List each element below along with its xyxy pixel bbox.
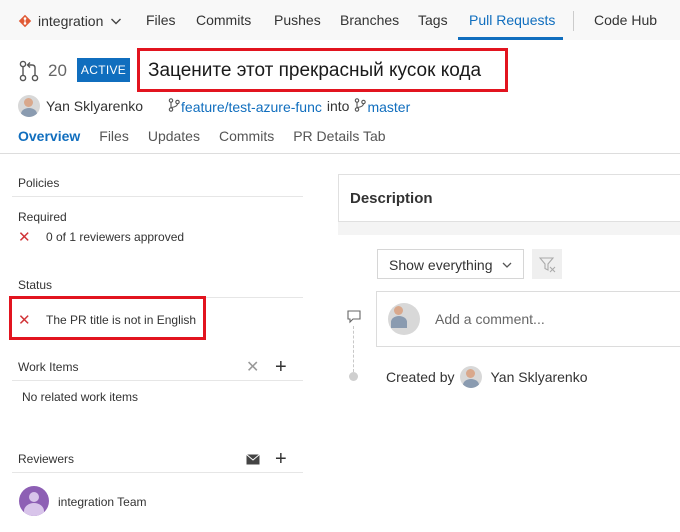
filter-icon <box>539 257 556 273</box>
pull-request-icon <box>19 60 39 82</box>
description-footer <box>338 222 680 235</box>
filter-button[interactable] <box>532 249 562 279</box>
created-by-row: Created by Yan Sklyarenko <box>386 366 588 388</box>
nav-separator <box>573 11 574 31</box>
nav-branches[interactable]: Branches <box>340 11 399 29</box>
header-divider <box>0 153 680 154</box>
nav-commits[interactable]: Commits <box>196 11 251 29</box>
author-name[interactable]: Yan Sklyarenko <box>46 98 143 114</box>
description-title: Description <box>350 190 433 207</box>
work-items-empty: No related work items <box>22 390 139 404</box>
policy-item-text: 0 of 1 reviewers approved <box>46 230 185 244</box>
avatar[interactable] <box>18 95 40 117</box>
repo-icon <box>18 14 32 28</box>
section-divider <box>12 472 303 473</box>
policies-title: Policies <box>18 176 60 190</box>
created-by-label: Created by <box>386 369 455 385</box>
chevron-down-icon <box>111 18 122 25</box>
avatar <box>388 303 420 335</box>
close-icon: ✕ <box>18 229 31 246</box>
nav-code-hub[interactable]: Code Hub <box>594 11 657 29</box>
tab-updates[interactable]: Updates <box>148 128 200 144</box>
tab-overview[interactable]: Overview <box>18 128 80 144</box>
close-icon[interactable]: ✕ <box>246 359 259 377</box>
reviewers-title: Reviewers <box>18 452 75 466</box>
team-avatar[interactable] <box>19 486 49 516</box>
section-divider <box>12 196 303 197</box>
source-branch-link[interactable]: feature/test-azure-func <box>168 97 322 115</box>
branch-icon <box>355 97 367 112</box>
status-item[interactable]: ✕ The PR title is not in English <box>18 311 196 329</box>
pr-id: 20 <box>48 61 67 80</box>
repo-selector[interactable]: integration <box>18 11 123 31</box>
policies-required-label: Required <box>18 210 67 224</box>
status-title: Status <box>18 278 53 292</box>
nav-files[interactable]: Files <box>146 11 176 29</box>
active-nav-indicator <box>458 37 563 40</box>
top-nav: integration Files Commits Pushes Branche… <box>0 0 680 40</box>
comment-icon <box>347 310 361 324</box>
status-item-text: The PR title is not in English <box>46 313 197 327</box>
pr-tabs: Overview Files Updates Commits PR Detail… <box>18 128 405 144</box>
tab-files[interactable]: Files <box>99 128 129 144</box>
comment-placeholder: Add a comment... <box>435 311 545 327</box>
nav-tags[interactable]: Tags <box>418 11 448 29</box>
repo-name: integration <box>38 13 104 29</box>
policy-item[interactable]: ✕ 0 of 1 reviewers approved <box>18 228 184 246</box>
tab-pr-details[interactable]: PR Details Tab <box>293 128 385 144</box>
timeline-dot <box>349 372 358 381</box>
pr-meta: Yan Sklyarenko feature/test-azure-func i… <box>18 94 410 118</box>
status-badge: ACTIVE <box>77 58 130 82</box>
work-items-title: Work Items <box>18 360 79 374</box>
activity-filter-value: Show everything <box>389 257 493 273</box>
tab-commits[interactable]: Commits <box>219 128 274 144</box>
created-by-name[interactable]: Yan Sklyarenko <box>490 369 587 385</box>
reviewer-team-name[interactable]: integration Team <box>58 495 147 509</box>
close-icon: ✕ <box>18 312 31 329</box>
target-branch-label: master <box>367 98 411 115</box>
nav-pushes[interactable]: Pushes <box>274 11 321 29</box>
timeline-line <box>353 326 354 372</box>
chevron-down-icon <box>502 262 512 268</box>
section-divider <box>12 380 303 381</box>
page-title[interactable]: Зацените этот прекрасный кусок кода <box>148 60 481 82</box>
avatar[interactable] <box>460 366 483 388</box>
target-branch-link[interactable]: master <box>354 97 411 115</box>
add-icon[interactable]: + <box>275 357 287 377</box>
into-label: into <box>326 98 350 114</box>
add-icon[interactable]: + <box>275 449 287 469</box>
branch-icon <box>168 97 180 112</box>
source-branch-label: feature/test-azure-func <box>181 98 322 115</box>
activity-filter-dropdown[interactable]: Show everything <box>377 249 524 279</box>
comment-input[interactable]: Add a comment... <box>376 291 680 347</box>
description-card: Description <box>338 174 680 222</box>
nav-pull-requests[interactable]: Pull Requests <box>469 11 555 29</box>
mail-icon[interactable] <box>246 454 260 465</box>
